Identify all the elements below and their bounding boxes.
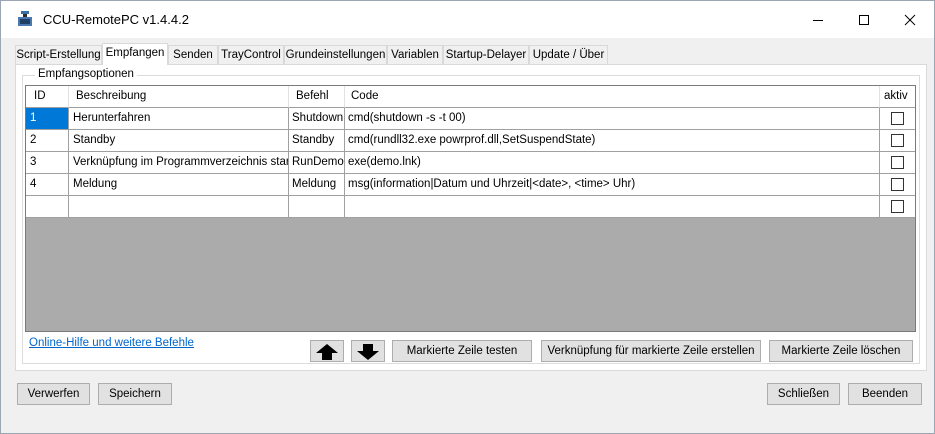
table-row[interactable]: 4 Meldung Meldung msg(information|Datum … <box>26 174 915 196</box>
maximize-button[interactable] <box>841 1 887 38</box>
tab-grundeinstellungen[interactable]: Grundeinstellungen <box>284 45 387 64</box>
move-down-button[interactable] <box>351 340 385 362</box>
close-dialog-button[interactable]: Schließen <box>767 383 840 405</box>
aktiv-checkbox[interactable] <box>891 178 904 191</box>
cell-befehl[interactable]: Shutdown <box>289 108 345 130</box>
close-button[interactable] <box>887 1 933 38</box>
table-row[interactable]: 1 Herunterfahren Shutdown cmd(shutdown -… <box>26 108 915 130</box>
cell-beschreibung[interactable]: Verknüpfung im Programmverzeichnis start… <box>69 152 289 174</box>
column-header-id[interactable]: ID <box>26 86 69 108</box>
cell-aktiv <box>880 152 915 174</box>
title-bar[interactable]: CCU-RemotePC v1.4.4.2 <box>1 1 934 38</box>
cell-beschreibung[interactable]: Herunterfahren <box>69 108 289 130</box>
cell-id[interactable] <box>26 196 69 218</box>
cell-beschreibung[interactable] <box>69 196 289 218</box>
cell-aktiv <box>880 174 915 196</box>
move-up-button[interactable] <box>310 340 344 362</box>
cell-befehl[interactable] <box>289 196 345 218</box>
table-row-new[interactable] <box>26 196 915 218</box>
tab-senden[interactable]: Senden <box>168 45 218 64</box>
tab-startup-delayer[interactable]: Startup-Delayer <box>443 45 529 64</box>
app-icon <box>18 11 32 26</box>
aktiv-checkbox[interactable] <box>891 134 904 147</box>
create-shortcut-button[interactable]: Verknüpfung für markierte Zeile erstelle… <box>541 340 761 362</box>
cell-id[interactable]: 2 <box>26 130 69 152</box>
app-window: CCU-RemotePC v1.4.4.2 Script-Erstellung … <box>0 0 935 434</box>
tab-variablen[interactable]: Variablen <box>387 45 443 64</box>
tab-script-erstellung[interactable]: Script-Erstellung <box>15 45 102 64</box>
aktiv-checkbox[interactable] <box>891 156 904 169</box>
cell-aktiv <box>880 196 915 218</box>
column-header-befehl[interactable]: Befehl <box>289 86 345 108</box>
maximize-icon <box>859 14 869 25</box>
discard-button[interactable]: Verwerfen <box>17 383 90 405</box>
minimize-button[interactable] <box>795 1 841 38</box>
online-help-link[interactable]: Online-Hilfe und weitere Befehle <box>29 337 194 349</box>
cell-code[interactable]: msg(information|Datum und Uhrzeit|<date>… <box>345 174 880 196</box>
cell-code[interactable]: cmd(rundll32.exe powrprof.dll,SetSuspend… <box>345 130 880 152</box>
tab-empfangen[interactable]: Empfangen <box>102 43 168 65</box>
delete-row-button[interactable]: Markierte Zeile löschen <box>769 340 913 362</box>
table-row[interactable]: 2 Standby Standby cmd(rundll32.exe powrp… <box>26 130 915 152</box>
test-row-button[interactable]: Markierte Zeile testen <box>392 340 532 362</box>
aktiv-checkbox[interactable] <box>891 112 904 125</box>
tab-update-ueber[interactable]: Update / Über <box>529 45 608 64</box>
minimize-icon <box>813 19 823 21</box>
group-label: Empfangsoptionen <box>35 68 137 80</box>
cell-id[interactable]: 3 <box>26 152 69 174</box>
cell-code[interactable]: cmd(shutdown -s -t 00) <box>345 108 880 130</box>
column-header-aktiv[interactable]: aktiv <box>880 86 915 108</box>
cell-beschreibung[interactable]: Meldung <box>69 174 289 196</box>
exit-button[interactable]: Beenden <box>848 383 922 405</box>
arrow-up-icon <box>316 344 338 360</box>
cell-code[interactable]: exe(demo.lnk) <box>345 152 880 174</box>
cell-id[interactable]: 1 <box>26 108 69 130</box>
aktiv-checkbox[interactable] <box>891 200 904 213</box>
cell-befehl[interactable]: Meldung <box>289 174 345 196</box>
table-row[interactable]: 3 Verknüpfung im Programmverzeichnis sta… <box>26 152 915 174</box>
cell-beschreibung[interactable]: Standby <box>69 130 289 152</box>
commands-grid[interactable]: ID Beschreibung Befehl Code aktiv 1 Heru… <box>25 85 916 332</box>
cell-aktiv <box>880 108 915 130</box>
cell-befehl[interactable]: RunDemo <box>289 152 345 174</box>
tab-traycontrol[interactable]: TrayControl <box>218 45 284 64</box>
save-button[interactable]: Speichern <box>98 383 172 405</box>
column-header-beschreibung[interactable]: Beschreibung <box>69 86 289 108</box>
cell-befehl[interactable]: Standby <box>289 130 345 152</box>
cell-aktiv <box>880 130 915 152</box>
arrow-down-icon <box>357 344 379 360</box>
cell-id[interactable]: 4 <box>26 174 69 196</box>
cell-code[interactable] <box>345 196 880 218</box>
grid-header: ID Beschreibung Befehl Code aktiv <box>26 86 915 108</box>
column-header-code[interactable]: Code <box>345 86 880 108</box>
window-title: CCU-RemotePC v1.4.4.2 <box>43 12 189 27</box>
close-icon <box>904 14 916 25</box>
